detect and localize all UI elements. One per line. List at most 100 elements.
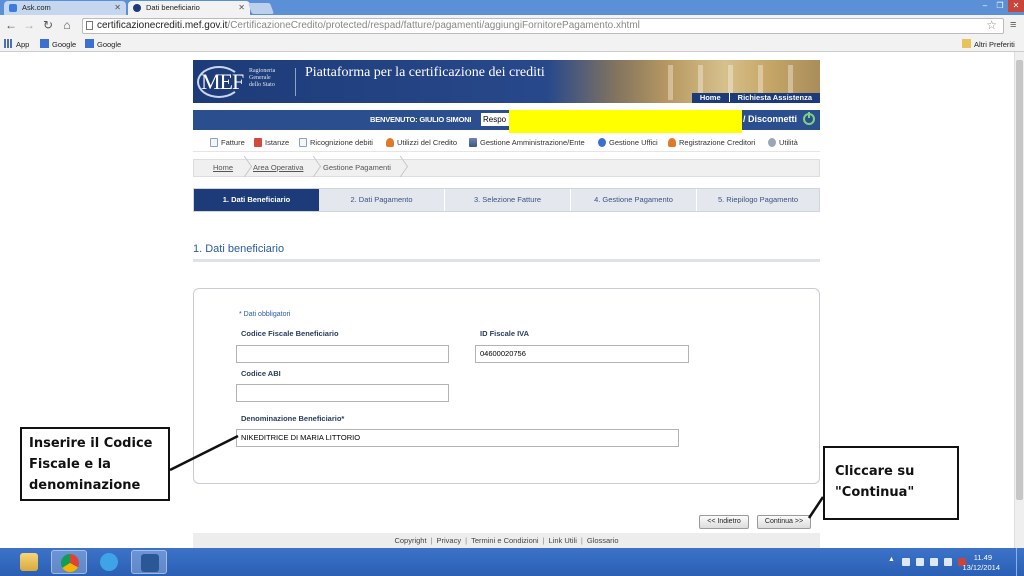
taskbar-word[interactable]: [131, 550, 167, 574]
id-fiscale-label: ID Fiscale IVA: [480, 329, 530, 338]
document-icon: [299, 138, 307, 147]
taskbar-explorer[interactable]: [11, 550, 47, 574]
forward-icon[interactable]: →: [22, 18, 36, 32]
tab-label: Ask.com: [22, 3, 51, 12]
bookmark-label: Altri Preferiti: [974, 40, 1015, 49]
continue-button[interactable]: Continua >>: [757, 515, 811, 529]
breadcrumb-home[interactable]: Home: [213, 160, 233, 176]
callout-line: Inserire il Codice: [29, 436, 153, 451]
nav-item-registrazione[interactable]: Registrazione Creditori: [668, 138, 755, 147]
gear-icon: [768, 138, 776, 147]
page-scrollbar[interactable]: [1014, 52, 1024, 548]
tab-label: Dati beneficiario: [146, 3, 200, 12]
new-tab-button[interactable]: [247, 3, 275, 14]
bookmark-label: Google: [52, 40, 77, 49]
scrollbar-thumb[interactable]: [1016, 60, 1023, 500]
flag-icon[interactable]: [902, 558, 910, 566]
bookmark-star-icon[interactable]: ☆: [986, 19, 997, 32]
nav-item-ricognizione[interactable]: Ricognizione debiti: [299, 138, 373, 147]
nav-item-utilizzi[interactable]: Utilizzi del Credito: [386, 138, 457, 147]
tab-ask[interactable]: Ask.com ✕: [4, 1, 126, 15]
clock-time[interactable]: 11.49: [974, 553, 992, 562]
bookmark-google-2[interactable]: Google: [85, 39, 121, 50]
close-tab-icon[interactable]: ✕: [114, 1, 121, 15]
footer-link-utili[interactable]: Link Utili: [549, 536, 577, 545]
show-desktop-button[interactable]: [1016, 548, 1024, 576]
codice-fiscale-input[interactable]: [236, 345, 449, 363]
profile-select[interactable]: Respo: [481, 113, 511, 126]
nav-item-istanze[interactable]: Istanze: [254, 138, 289, 147]
bookmark-other-folder[interactable]: Altri Preferiti: [962, 39, 1015, 50]
network-icon: [598, 138, 606, 147]
nav-label: Istanze: [265, 138, 290, 147]
breadcrumb-current: Gestione Pagamenti: [323, 163, 391, 172]
bookmark-apps[interactable]: App: [4, 39, 29, 50]
banner-nav: Home Richiesta Assistenza: [691, 93, 820, 103]
org-line: Ragioneria: [249, 68, 276, 74]
step-riepilogo-pagamento[interactable]: 5. Riepilogo Pagamento: [697, 189, 819, 211]
back-button[interactable]: << Indietro: [699, 515, 749, 529]
breadcrumb-area-operativa[interactable]: Area Operativa: [253, 160, 303, 176]
banner-link-home[interactable]: Home: [692, 93, 729, 102]
step-gestione-pagamento[interactable]: 4. Gestione Pagamento: [571, 189, 696, 211]
callout-line: Cliccare su: [835, 464, 915, 479]
footer-link-glossario[interactable]: Glossario: [587, 536, 619, 545]
nav-item-uffici[interactable]: Gestione Uffici: [598, 138, 658, 147]
banner-link-assistance[interactable]: Richiesta Assistenza: [728, 93, 820, 102]
codice-abi-input[interactable]: [236, 384, 449, 402]
network-icon[interactable]: [930, 558, 938, 566]
welcome-bar: BENVENUTO: GIULIO SIMONI Respo / Disconn…: [193, 110, 820, 137]
denominazione-input[interactable]: NIKEDITRICE DI MARIA LITTORIO: [236, 429, 679, 447]
document-icon: [210, 138, 218, 147]
bookmark-google-1[interactable]: Google: [40, 39, 76, 50]
org-name: Ragioneria Generale dello Stato: [249, 68, 299, 89]
codice-fiscale-label: Codice Fiscale Beneficiario: [241, 329, 339, 338]
main-nav: Fatture Istanze Ricognizione debiti Util…: [193, 133, 820, 152]
id-fiscale-input[interactable]: 04600020756: [475, 345, 689, 363]
footer-separator: |: [465, 536, 468, 545]
back-icon[interactable]: ←: [4, 18, 18, 32]
nav-item-amministrazione[interactable]: Gestione Amministrazione/Ente: [469, 138, 585, 147]
clock-date[interactable]: 13/12/2014: [962, 563, 1000, 572]
browser-tab-bar: Ask.com ✕ Dati beneficiario ✕ – ❐ ✕: [0, 0, 1024, 15]
breadcrumb-separator-icon: [394, 159, 404, 177]
close-tab-icon[interactable]: ✕: [238, 1, 245, 15]
nav-label: Ricognizione debiti: [310, 138, 373, 147]
minimize-icon[interactable]: –: [978, 0, 992, 12]
url-input[interactable]: certificazionecrediti.mef.gov.it/Certifi…: [82, 18, 1004, 34]
codice-abi-label: Codice ABI: [241, 369, 281, 378]
disconnect-link[interactable]: / Disconnetti: [743, 114, 797, 124]
footer-link-privacy[interactable]: Privacy: [437, 536, 462, 545]
welcome-text: BENVENUTO: GIULIO SIMONI: [370, 115, 472, 124]
chrome-menu-icon[interactable]: ≡: [1010, 19, 1016, 31]
close-window-icon[interactable]: ✕: [1008, 0, 1024, 12]
taskbar-ie[interactable]: [91, 550, 127, 574]
site-banner: MEF Ragioneria Generale dello Stato Piat…: [193, 60, 820, 103]
home-icon[interactable]: ⌂: [60, 18, 74, 32]
callout-line: "Continua": [835, 485, 915, 500]
nav-item-utilita[interactable]: Utilità: [768, 138, 798, 147]
mef-logo[interactable]: MEF: [196, 66, 244, 98]
tab-dati-beneficiario[interactable]: Dati beneficiario ✕: [128, 1, 250, 15]
org-line: dello Stato: [249, 82, 275, 88]
banner-divider: [295, 68, 296, 96]
bookmark-label: App: [16, 40, 30, 49]
nav-item-fatture[interactable]: Fatture: [210, 138, 245, 147]
step-selezione-fatture[interactable]: 3. Selezione Fatture: [445, 189, 570, 211]
denominazione-label: Denominazione Beneficiario*: [241, 414, 345, 423]
device-icon[interactable]: [916, 558, 924, 566]
taskbar-chrome[interactable]: [51, 550, 87, 574]
step-dati-beneficiario[interactable]: 1. Dati Beneficiario: [194, 189, 319, 211]
reload-icon[interactable]: ↻: [41, 18, 55, 32]
tray-expand-icon[interactable]: ▲: [888, 556, 895, 564]
maximize-icon[interactable]: ❐: [993, 0, 1007, 12]
step-dati-pagamento[interactable]: 2. Dati Pagamento: [319, 189, 444, 211]
volume-icon[interactable]: [944, 558, 952, 566]
footer-link-copyright[interactable]: Copyright: [394, 536, 426, 545]
callout-click-continua: Cliccare su "Continua": [823, 446, 959, 520]
power-icon[interactable]: [803, 112, 815, 125]
footer-link-termini[interactable]: Termini e Condizioni: [471, 536, 539, 545]
callout-insert-codice-fiscale: Inserire il Codice Fiscale e la denomina…: [20, 427, 170, 501]
breadcrumb: Home Area Operativa Gestione Pagamenti: [193, 159, 820, 177]
footer-separator: |: [542, 536, 545, 545]
